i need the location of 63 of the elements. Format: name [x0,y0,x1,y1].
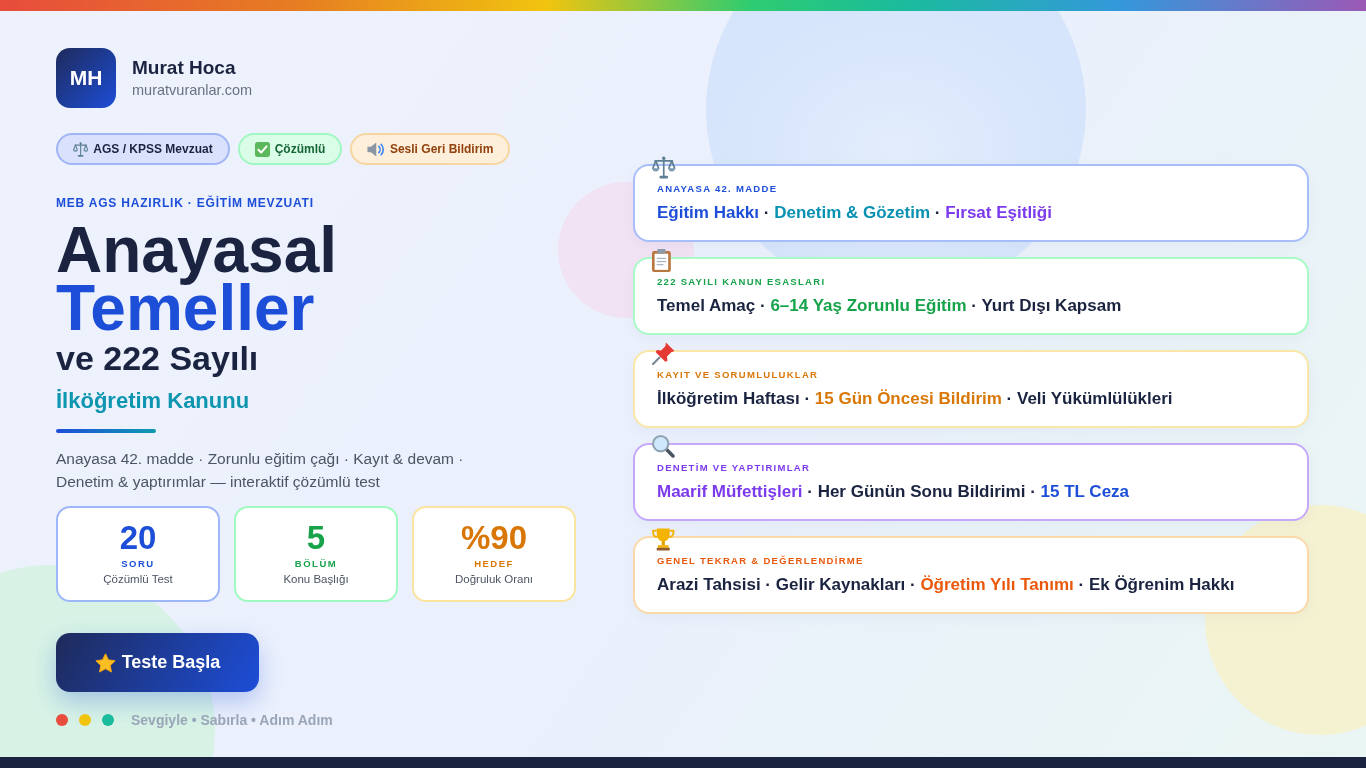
separator-dot: · [909,575,916,594]
card-eyebrow: ANAYASA 42. MADDE [657,182,779,196]
topic-label: 6–14 Yaş Zorunlu Eğitim [770,296,967,315]
topic-label: Eğitim Hakkı [657,203,760,222]
start-test-button[interactable]: Teste Başla [56,633,259,692]
topic-label: İlköğretim Haftası [657,389,800,408]
separator-dot: · [971,296,977,315]
tag-label: Çözümlü [274,141,326,157]
card-eyebrow: DENETİM VE YAPTIRIMLAR [657,461,812,475]
separator-dot: · [1078,575,1085,594]
card-eyebrow: GENEL TEKRAR & DEĞERLENDİRME [657,554,865,568]
checkmark-icon [254,141,270,157]
description-text: Anayasa 42. madde · Zorunlu eğitim çağı · Kayıt & devam · Denetim & yaptırımlar — interaktif çözümlü test [56,449,465,492]
stat-caption: Çözümlü Test [102,572,174,587]
scales-icon [73,141,89,157]
site-address: muratvuranlar.com [132,81,253,99]
topic-label: Maarif Müfettişleri [657,482,803,501]
brand-name: Murat Hoca [132,57,237,79]
tag-label: AGS / KPSS Mevzuat [93,141,213,157]
subheadline: İlköğretim Kanunu [56,387,251,415]
topic-label: Fırsat Eşitliği [945,203,1052,222]
headline: Anayasal [56,221,339,286]
stat-value: 5 [305,520,327,556]
separator-dot: · [760,296,766,315]
eyebrow-text: MEB AGS HAZIRLIK · EĞİTİM MEVZUATI [56,195,315,211]
trophy-icon [652,528,675,551]
topic-label: 15 Gün Öncesi Bildirim [814,389,1002,408]
separator-dot: · [765,575,772,594]
topic-label: Arazi Tahsisi [657,575,761,594]
speaker-icon [367,141,385,157]
topic-label: 15 TL Ceza [1040,482,1130,501]
separator-dot: · [934,203,941,222]
stat-label: BÖLÜM [293,557,339,571]
topic-label: Temel Amaç [657,296,756,315]
tag-label: Sesli Geri Bildirim [389,141,494,157]
separator-dot: · [807,482,813,501]
scales-icon [652,156,676,179]
logo-monogram: MH [56,48,116,108]
stat-label: HEDEF [473,557,515,571]
separator-dot: · [1006,389,1013,408]
topic-label: Öğretim Yılı Tanımı [920,575,1074,594]
star-icon [94,652,116,673]
separator-dot: · [1030,482,1036,501]
magnifier-icon [652,435,675,458]
topic-label: Veli Yükümlülükleri [1017,389,1173,408]
card-eyebrow: KAYIT VE SORUMLULUKLAR [657,368,820,382]
topic-label: Ek Öğrenim Hakkı [1088,575,1235,594]
stat-caption: Konu Başlığı [282,572,350,587]
headline: Temeller [56,285,315,331]
stat-value: %90 [459,520,529,556]
motto-text: Sevgiyle • Sabırla • Adım Adım [131,712,333,728]
separator-dot: · [763,203,770,222]
topic-label: Her Günün Sonu Bildirimi [817,482,1026,501]
stat-label: SORU [120,557,156,571]
card-eyebrow: 222 SAYILI KANUN ESASLARI [657,275,827,289]
separator-dot: · [804,389,811,408]
topic-label: Yurt Dışı Kapsam [981,296,1122,315]
pushpin-icon [652,342,675,365]
subheadline: ve 222 Sayılı [56,338,260,378]
stat-value: 20 [118,520,158,556]
topic-label: Denetim & Gözetim [774,203,931,222]
topic-label: Gelir Kaynakları [775,575,906,594]
stat-caption: Doğruluk Oranı [454,572,534,587]
